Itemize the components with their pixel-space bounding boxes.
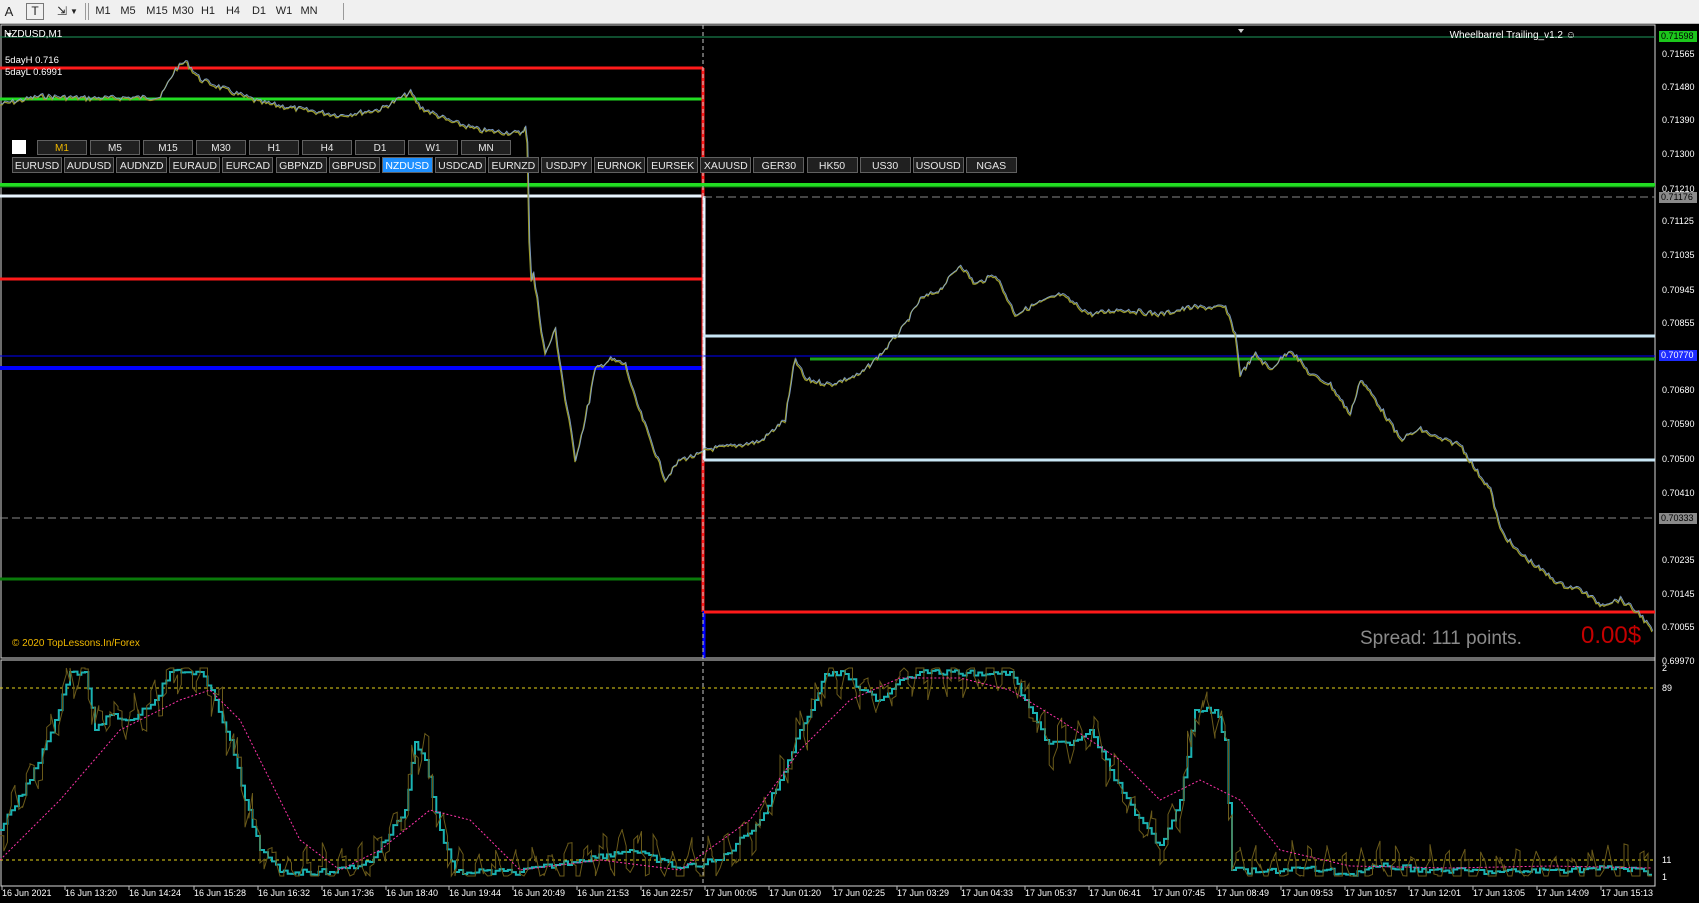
- panel-timeframe-m1[interactable]: M1: [37, 140, 87, 155]
- panel-symbol-ger30[interactable]: GER30: [753, 157, 805, 173]
- time-axis-label: 16 Jun 2021: [2, 888, 52, 898]
- time-axis-label: 17 Jun 05:37: [1025, 888, 1078, 898]
- time-axis-label: 17 Jun 14:09: [1537, 888, 1590, 898]
- price-scale-label: 0.71300: [1662, 149, 1695, 159]
- panel-symbol-usousd[interactable]: USOUSD: [912, 157, 964, 173]
- time-axis-label: 17 Jun 09:53: [1281, 888, 1334, 898]
- time-axis-label: 17 Jun 00:05: [705, 888, 758, 898]
- panel-symbol-eurnzd[interactable]: EURNZD: [487, 157, 539, 173]
- time-axis-label: 16 Jun 14:24: [129, 888, 182, 898]
- price-scale-label: 0.70590: [1662, 419, 1695, 429]
- panel-timeframe-m5[interactable]: M5: [90, 140, 140, 155]
- time-axis-label: 17 Jun 10:57: [1345, 888, 1398, 898]
- panel-symbol-eurnok[interactable]: EURNOK: [594, 157, 646, 173]
- panel-timeframe-h1[interactable]: H1: [249, 140, 299, 155]
- price-scale-label: 0.71480: [1662, 82, 1695, 92]
- panel-timeframe-mn[interactable]: MN: [461, 140, 511, 155]
- time-axis-label: 17 Jun 03:29: [897, 888, 950, 898]
- time-axis-label: 16 Jun 22:57: [641, 888, 694, 898]
- price-scale-label: 0.71565: [1662, 49, 1695, 59]
- price-scale-label: 0.70145: [1662, 589, 1695, 599]
- price-level-tag: 0.70770: [1659, 350, 1697, 361]
- time-axis-label: 17 Jun 08:49: [1217, 888, 1270, 898]
- fiveday-high-label: 5dayH 0.716: [5, 55, 59, 66]
- panel-symbol-usdcad[interactable]: USDCAD: [434, 157, 486, 173]
- price-scale-label: 0.71390: [1662, 115, 1695, 125]
- price-level-tag: 0.70333: [1659, 513, 1697, 524]
- panel-symbol-eursek[interactable]: EURSEK: [647, 157, 699, 173]
- panel-symbol-euraud[interactable]: EURAUD: [169, 157, 221, 173]
- time-axis-label: 17 Jun 01:20: [769, 888, 822, 898]
- panel-symbol-eurcad[interactable]: EURCAD: [222, 157, 274, 173]
- indicator-frame: [0, 659, 1656, 887]
- panel-timeframe-w1[interactable]: W1: [408, 140, 458, 155]
- panel-symbol-nzdusd[interactable]: NZDUSD: [381, 157, 433, 173]
- copyright-label: © 2020 TopLessons.In/Forex: [12, 638, 140, 649]
- panel-symbol-audusd[interactable]: AUDUSD: [64, 157, 115, 173]
- main-chart-frame: [0, 24, 1656, 659]
- indicator-scale-label: 89: [1662, 683, 1673, 693]
- panel-symbol-xauusd[interactable]: XAUUSD: [700, 157, 752, 173]
- panel-symbol-usdjpy[interactable]: USDJPY: [541, 157, 592, 173]
- time-axis-label: 17 Jun 12:01: [1409, 888, 1462, 898]
- current-price-tag: 0.71598: [1659, 31, 1697, 42]
- spread-label: Spread: 111 points.: [1360, 628, 1522, 649]
- panel-symbol-eurusd[interactable]: EURUSD: [12, 157, 62, 173]
- time-axis-label: 16 Jun 17:36: [322, 888, 375, 898]
- panel-toggle-checkbox[interactable]: [12, 140, 26, 154]
- time-axis-label: 16 Jun 18:40: [386, 888, 439, 898]
- fiveday-low-label: 5dayL 0.6991: [5, 67, 63, 78]
- indicator-line-magenta: [0, 677, 1653, 871]
- expert-advisor-name: Wheelbarrel Trailing_v1.2 ☺: [1449, 30, 1576, 41]
- indicator-scale-label: 1: [1662, 872, 1668, 882]
- panel-symbol-hk50[interactable]: HK50: [806, 157, 858, 173]
- price-scale-label: 0.70235: [1662, 555, 1695, 565]
- time-axis-label: 17 Jun 06:41: [1089, 888, 1142, 898]
- time-axis-label: 16 Jun 16:32: [258, 888, 311, 898]
- panel-timeframe-m15[interactable]: M15: [143, 140, 193, 155]
- shift-marker-icon: [1238, 29, 1244, 33]
- time-axis-label: 16 Jun 20:49: [513, 888, 566, 898]
- chart-symbol-title: NZDUSD,M1: [4, 29, 63, 40]
- time-axis-label: 17 Jun 02:25: [833, 888, 886, 898]
- panel-symbol-gbpusd[interactable]: GBPUSD: [328, 157, 380, 173]
- price-scale-label: 0.70680: [1662, 385, 1695, 395]
- panel-symbol-audnzd[interactable]: AUDNZD: [116, 157, 168, 173]
- price-scale-label: 0.71035: [1662, 250, 1695, 260]
- price-scale-label: 0.70855: [1662, 318, 1695, 328]
- indicator-line-brown: [0, 667, 1652, 878]
- indicator-scale-label: 2: [1662, 663, 1668, 673]
- indicator-scale-label: 11: [1662, 855, 1672, 865]
- panel-timeframe-h4[interactable]: H4: [302, 140, 352, 155]
- chart-canvas[interactable]: [0, 0, 1699, 903]
- time-axis-label: 16 Jun 13:20: [65, 888, 118, 898]
- profit-label: 0.00$: [1581, 622, 1642, 649]
- time-axis-label: 16 Jun 19:44: [449, 888, 502, 898]
- panel-symbol-us30[interactable]: US30: [859, 157, 911, 173]
- price-level-tag: 0.71176: [1659, 192, 1697, 203]
- price-scale-label: 0.70410: [1662, 488, 1695, 498]
- time-axis-label: 17 Jun 04:33: [961, 888, 1014, 898]
- panel-timeframe-m30[interactable]: M30: [196, 140, 246, 155]
- price-scale-label: 0.70055: [1662, 622, 1695, 632]
- panel-symbol-ngas[interactable]: NGAS: [965, 157, 1017, 173]
- price-scale-label: 0.70500: [1662, 454, 1695, 464]
- price-scale-label: 0.71125: [1662, 216, 1694, 226]
- indicator-line-teal: [0, 668, 1652, 877]
- price-line-down: [0, 60, 1653, 633]
- price-scale-label: 0.70945: [1662, 285, 1695, 295]
- panel-timeframe-d1[interactable]: D1: [355, 140, 405, 155]
- panel-symbol-gbpnzd[interactable]: GBPNZD: [275, 157, 327, 173]
- time-axis-label: 16 Jun 15:28: [194, 888, 247, 898]
- time-axis-label: 17 Jun 13:05: [1473, 888, 1526, 898]
- time-axis-label: 17 Jun 15:13: [1601, 888, 1654, 898]
- time-axis-label: 17 Jun 07:45: [1153, 888, 1206, 898]
- time-axis-label: 16 Jun 21:53: [577, 888, 630, 898]
